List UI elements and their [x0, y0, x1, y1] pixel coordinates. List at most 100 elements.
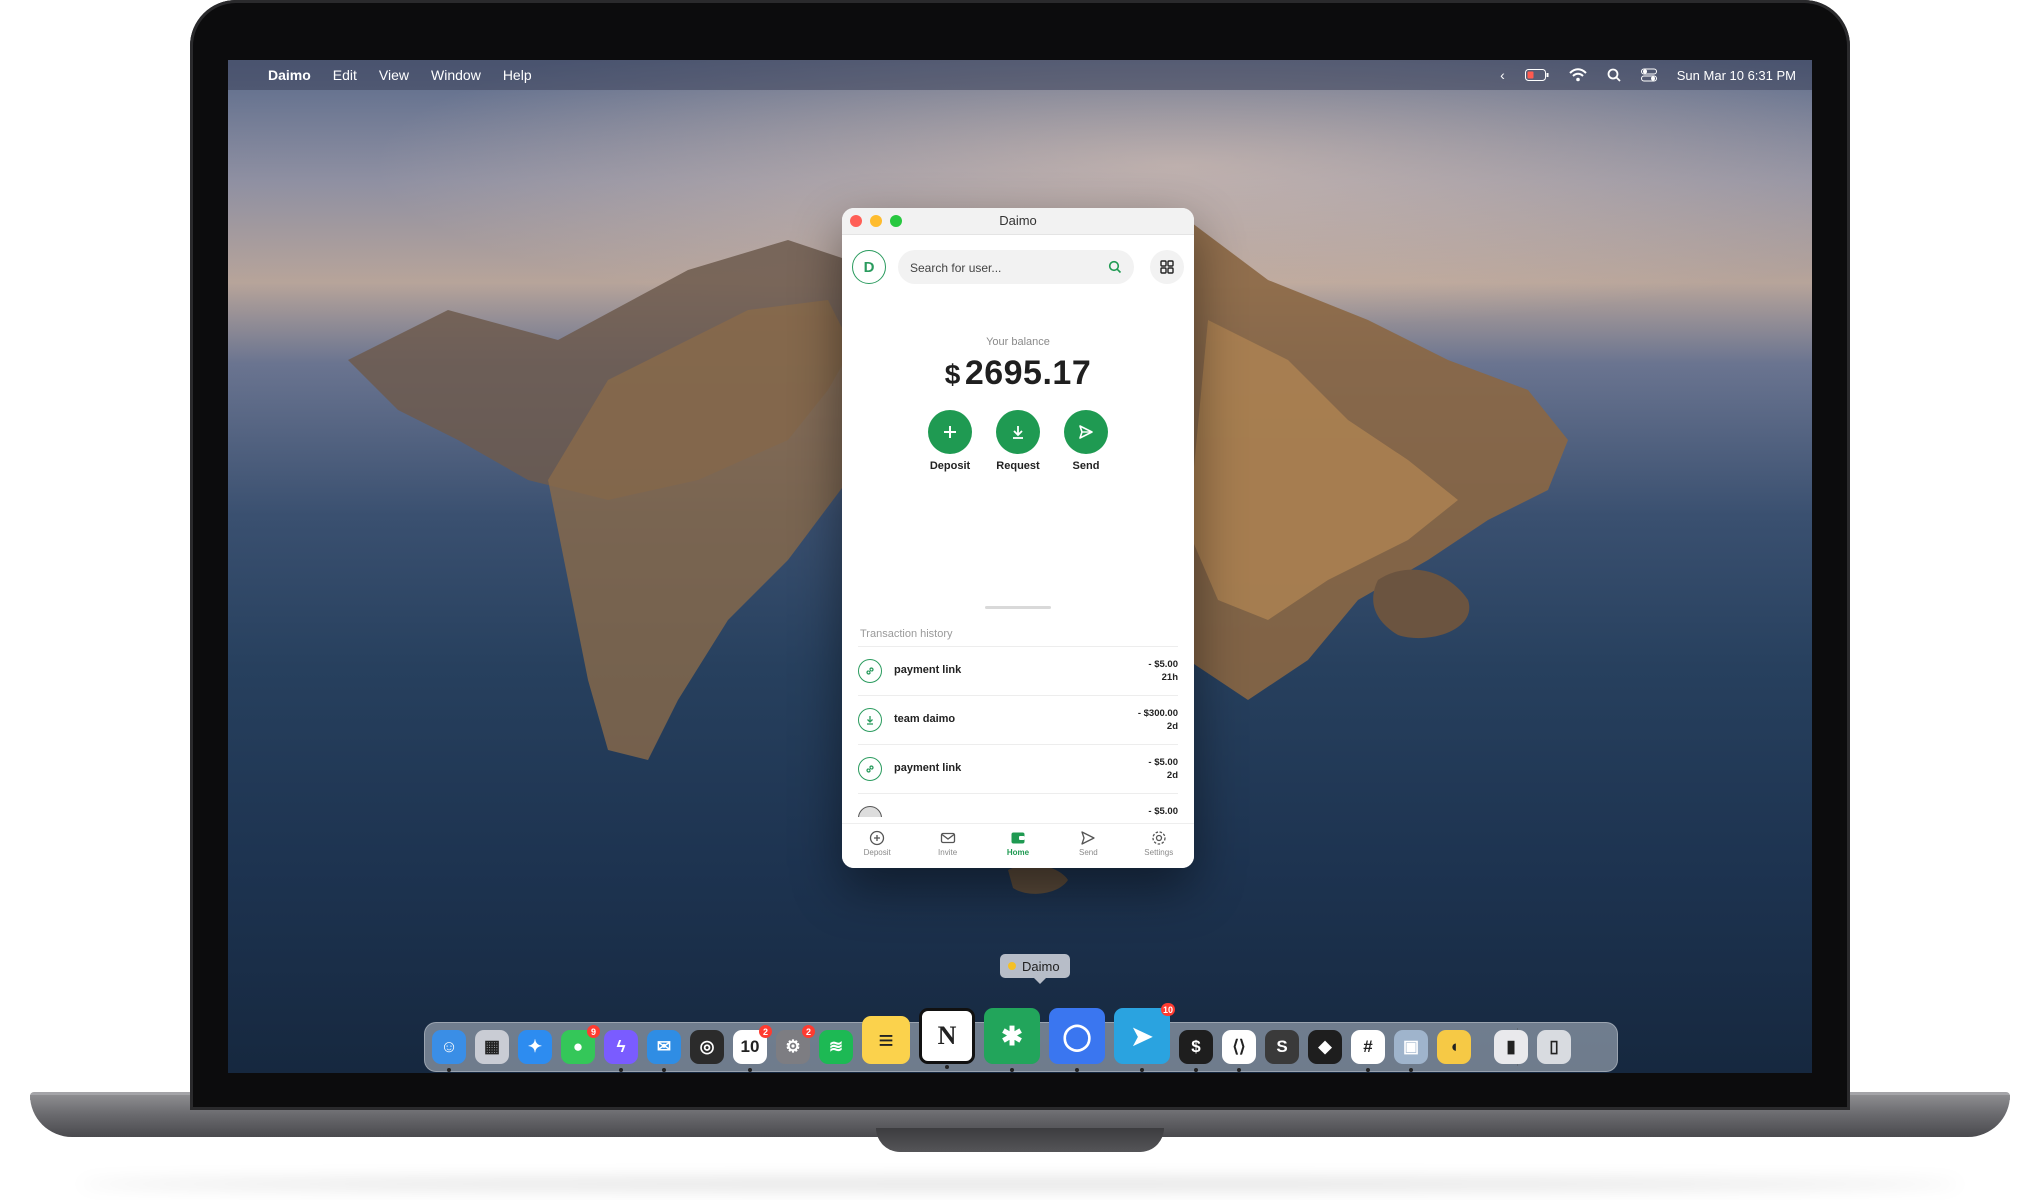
close-button[interactable] [850, 215, 862, 227]
tab-home[interactable]: Home [988, 824, 1048, 868]
daimo-icon[interactable]: ✱ [984, 1008, 1040, 1072]
cyberduck-icon[interactable]: ◖ [1437, 1030, 1471, 1064]
signal-icon[interactable]: ◯ [1049, 1008, 1105, 1072]
dock-icon-glyph: $ [1191, 1037, 1201, 1056]
transaction-amount: - $300.00 [1137, 708, 1178, 719]
dock-icon-glyph: ▦ [483, 1037, 501, 1056]
transaction-row[interactable]: payment link - $5.00 21h [858, 647, 1178, 696]
preview-icon[interactable]: ▣ [1394, 1030, 1428, 1072]
dock-icon-glyph: ▯ [1549, 1037, 1559, 1056]
telegram-icon[interactable]: ➤ 10 [1114, 1003, 1175, 1072]
running-indicator [748, 1068, 752, 1072]
send-action[interactable]: Send [1063, 410, 1109, 472]
spotlight-icon[interactable] [1607, 68, 1621, 82]
status-dot-icon [1008, 962, 1016, 970]
search-icon[interactable] [1108, 260, 1122, 274]
dock-icon-glyph: ⚙ [785, 1037, 801, 1056]
slack-icon[interactable]: # [1351, 1030, 1385, 1072]
safari-icon[interactable]: ✦ [518, 1030, 552, 1064]
tab-settings[interactable]: Settings [1129, 824, 1189, 868]
request-action[interactable]: Request [995, 410, 1041, 472]
search-input[interactable] [898, 250, 1102, 286]
balance-currency: $ [944, 359, 961, 390]
tab-send[interactable]: Send [1058, 824, 1118, 868]
request-button[interactable] [996, 410, 1040, 454]
dock-icon-glyph: ● [572, 1037, 584, 1056]
menu-bar: Daimo Edit View Window Help ‹ Sun Mar 10… [228, 60, 1812, 90]
transaction-row[interactable]: team daimo - $300.00 2d [858, 696, 1178, 745]
spotify-icon[interactable]: ≋ [819, 1030, 853, 1064]
finder-icon[interactable]: ☺ [432, 1030, 466, 1072]
running-indicator [1409, 1068, 1413, 1072]
notion-icon[interactable]: N [919, 1008, 975, 1069]
wifi-icon[interactable] [1569, 68, 1587, 82]
transaction-row[interactable]: ... - $5.00 [858, 794, 1178, 817]
dock-icon-glyph: ☺ [440, 1037, 458, 1056]
transaction-list[interactable]: payment link - $5.00 21h team daimo - $3… [858, 646, 1178, 817]
tab-deposit[interactable]: Deposit [847, 824, 907, 868]
deposit-action[interactable]: Deposit [927, 410, 973, 472]
battery-icon[interactable] [1524, 69, 1549, 81]
running-indicator [662, 1068, 666, 1072]
request-label: Request [996, 460, 1040, 472]
transaction-name: payment link [894, 664, 962, 676]
terminal-icon[interactable]: $ [1179, 1030, 1213, 1072]
notification-badge: 2 [759, 1025, 772, 1038]
dock-icon-glyph: ◎ [699, 1037, 715, 1056]
plus-circle-icon [870, 830, 885, 846]
notification-badge: 9 [587, 1025, 600, 1038]
tab-label: Home [1006, 848, 1030, 857]
qr-code-button[interactable] [1150, 250, 1184, 284]
vscode-icon[interactable]: ⟨⟩ [1222, 1030, 1256, 1072]
minimize-button[interactable] [870, 215, 882, 227]
send-button[interactable] [1064, 410, 1108, 454]
running-indicator [1194, 1068, 1198, 1072]
gear-icon [1152, 831, 1166, 845]
messages-icon[interactable]: ● 9 [561, 1025, 600, 1064]
mail-icon [940, 832, 955, 844]
tab-invite[interactable]: Invite [918, 824, 978, 868]
dock-icon-glyph: ≡ [878, 1024, 894, 1055]
search-box[interactable] [898, 250, 1134, 286]
loom-icon[interactable]: ◎ [690, 1030, 724, 1064]
dock-icon-glyph: 10 [740, 1037, 760, 1056]
sublime-icon[interactable]: S [1265, 1030, 1299, 1064]
running-indicator [1140, 1068, 1144, 1072]
plus-icon [944, 426, 956, 438]
top-bar: D [852, 248, 1184, 288]
window-titlebar[interactable]: Daimo [842, 208, 1194, 235]
tab-label: Deposit [863, 848, 891, 857]
launchpad-icon[interactable]: ▦ [475, 1030, 509, 1064]
transaction-amount: - $5.00 [1148, 659, 1178, 670]
menu-app-name[interactable]: Daimo [268, 67, 311, 83]
dock-tooltip: Daimo [1000, 954, 1070, 984]
archive-icon[interactable]: ▮ [1494, 1030, 1528, 1064]
notes-icon[interactable]: ≡ [862, 1016, 910, 1064]
menu-clock[interactable]: Sun Mar 10 6:31 PM [1677, 68, 1796, 83]
mail-icon[interactable]: ✉ [647, 1030, 681, 1072]
messenger-icon[interactable]: ϟ [604, 1030, 638, 1072]
control-center-icon[interactable] [1640, 68, 1657, 82]
profile-avatar[interactable]: D [852, 250, 886, 284]
link-icon [858, 659, 882, 683]
chevron-left-icon[interactable]: ‹ [1500, 67, 1505, 83]
tab-label: Settings [1144, 848, 1174, 857]
figma-icon[interactable]: ◆ [1308, 1030, 1342, 1064]
deposit-label: Deposit [929, 460, 971, 472]
tab-label: Send [1079, 848, 1098, 857]
zoom-button[interactable] [890, 215, 902, 227]
transaction-row[interactable]: payment link - $5.00 2d [858, 745, 1178, 794]
calendar-icon[interactable]: 10 2 [733, 1025, 772, 1072]
dock-icon-glyph: ⟨⟩ [1232, 1037, 1246, 1056]
download-icon [858, 708, 882, 732]
sheet-drag-handle[interactable] [985, 606, 1051, 609]
menu-help[interactable]: Help [503, 67, 532, 83]
transaction-amount: - $5.00 [1148, 757, 1178, 768]
menu-edit[interactable]: Edit [333, 67, 357, 83]
trash-icon[interactable]: ▯ [1537, 1030, 1571, 1064]
menu-window[interactable]: Window [431, 67, 481, 83]
gear-icon[interactable]: ⚙ 2 [776, 1025, 815, 1064]
menu-view[interactable]: View [379, 67, 409, 83]
laptop-notch [876, 1128, 1164, 1152]
deposit-button[interactable] [928, 410, 972, 454]
